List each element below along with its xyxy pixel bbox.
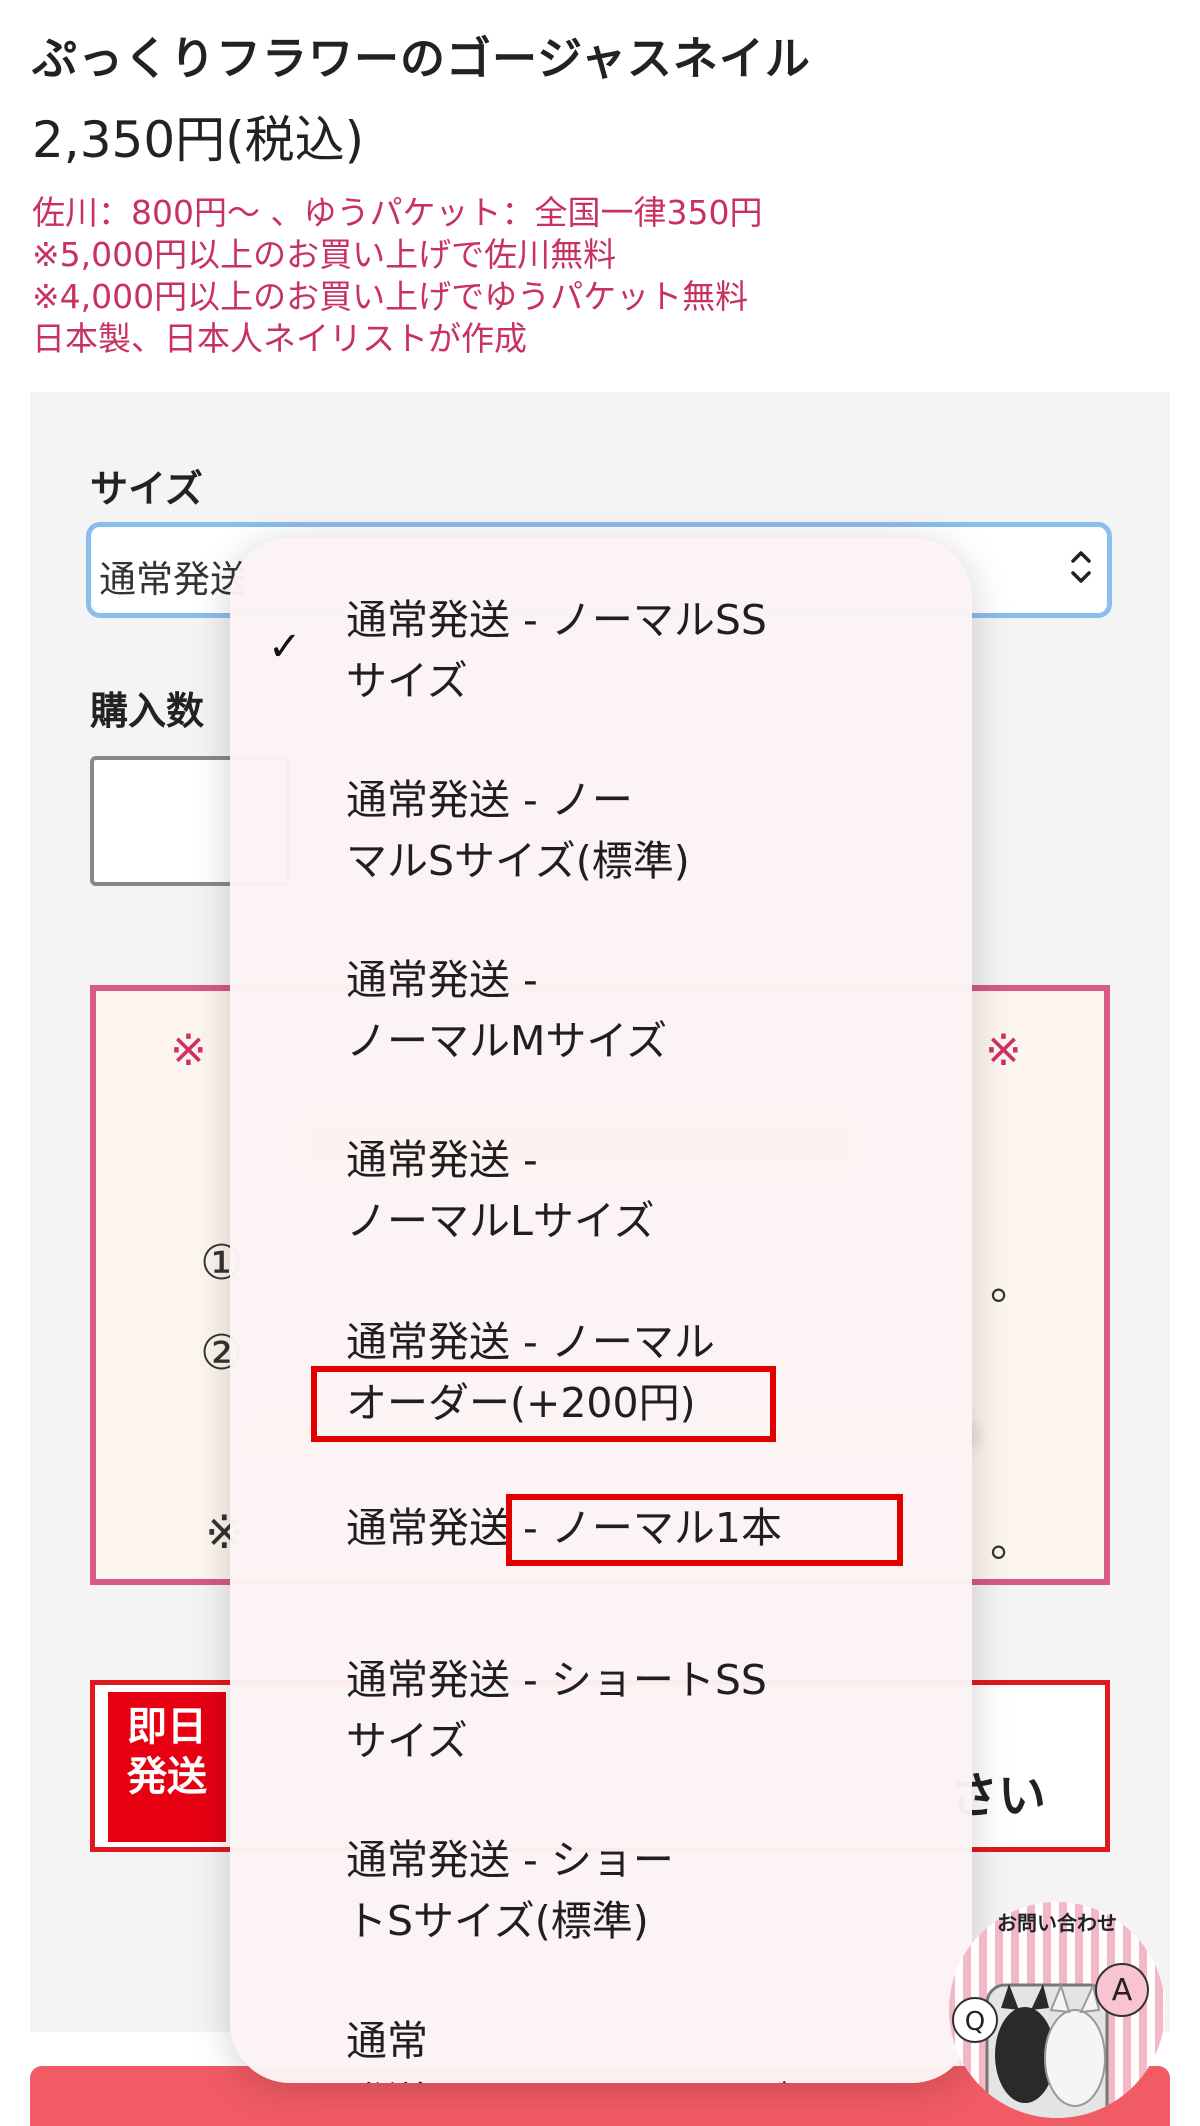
option-line: 通常発送 - ショートSS	[346, 1656, 767, 1704]
shipping-line: 佐川：800円〜 、ゆうパケット：全国一律350円	[32, 193, 763, 232]
highlight-box-order	[311, 1366, 776, 1442]
size-label: サイズ	[90, 467, 203, 511]
option-line: 通常	[346, 2017, 428, 2065]
dropdown-option-short-ss[interactable]: 通常発送 - ショートSS サイズ	[346, 1650, 767, 1772]
shipping-info: 佐川：800円〜 、ゆうパケット：全国一律350円 ※5,000円以上のお買い上…	[32, 192, 762, 360]
checkmark-icon: ✓	[268, 624, 302, 670]
option-line: 通常発送 - ショー	[346, 1836, 674, 1884]
option-line: 通常発送 -	[346, 1136, 538, 1184]
product-title: ぷっくりフラワーのゴージャスネイル	[32, 32, 811, 85]
dropdown-option-short-m[interactable]: 通常 発送 - ショートMサイズ	[346, 2011, 790, 2083]
contact-qa-button[interactable]: A Q お問い合わせ	[947, 1880, 1167, 2120]
badge-line: 発送	[127, 1754, 207, 1800]
size-dropdown-menu: ✓ 通常発送 - ノーマルSS サイズ 通常発送 - ノー マルSサイズ(標準)…	[230, 538, 972, 2083]
same-day-badge: 即日 発送	[108, 1692, 226, 1842]
dropdown-option-normal-s[interactable]: 通常発送 - ノー マルSサイズ(標準)	[346, 770, 690, 892]
shipping-line: ※5,000円以上のお買い上げで佐川無料	[32, 235, 617, 274]
notice-mark: ※	[985, 1025, 1022, 1076]
option-line: 通常発送 - ノーマル	[346, 1318, 715, 1366]
option-line: マルSサイズ(標準)	[346, 837, 690, 885]
contact-label: お問い合わせ	[997, 1911, 1117, 1935]
shipping-line: 日本製、日本人ネイリストが作成	[32, 319, 527, 358]
answer-label: A	[1112, 1973, 1133, 2008]
option-line: サイズ	[346, 657, 468, 705]
dropdown-option-normal-m[interactable]: 通常発送 - ノーマルMサイズ	[346, 950, 667, 1072]
badge-line: 即日	[127, 1704, 207, 1750]
size-select-value: 通常発送	[99, 558, 247, 601]
notice-item-end: 。	[990, 1516, 1034, 1567]
option-line: 通常発送 -	[346, 956, 538, 1004]
option-line: 通常発送 - ノー	[346, 776, 633, 824]
option-line: トSサイズ(標準)	[346, 1897, 649, 1945]
shipping-line: ※4,000円以上のお買い上げでゆうパケット無料	[32, 277, 749, 316]
dropdown-option-normal-l[interactable]: 通常発送 - ノーマルLサイズ	[346, 1130, 655, 1252]
updown-chevron-icon	[1071, 551, 1091, 583]
product-price: 2,350円(税込)	[32, 111, 365, 169]
quantity-label: 購入数	[90, 689, 205, 733]
option-line: ノーマルLサイズ	[346, 1197, 655, 1245]
notice-item-end: 。	[990, 1259, 1034, 1310]
highlight-box-single	[506, 1494, 903, 1566]
option-line: 発送 - ショートMサイズ	[346, 2072, 790, 2083]
option-line: サイズ	[346, 1717, 468, 1765]
question-label: Q	[965, 2007, 985, 2037]
notice-mark: ※	[170, 1025, 207, 1076]
dropdown-option-short-s[interactable]: 通常発送 - ショー トSサイズ(標準)	[346, 1830, 674, 1952]
white-cat-icon	[1044, 2009, 1106, 2107]
option-line: ノーマルMサイズ	[346, 1017, 668, 1065]
option-line: 通常発送 - ノーマルSS	[346, 596, 767, 644]
dropdown-option-normal-ss[interactable]: 通常発送 - ノーマルSS サイズ	[346, 590, 767, 712]
